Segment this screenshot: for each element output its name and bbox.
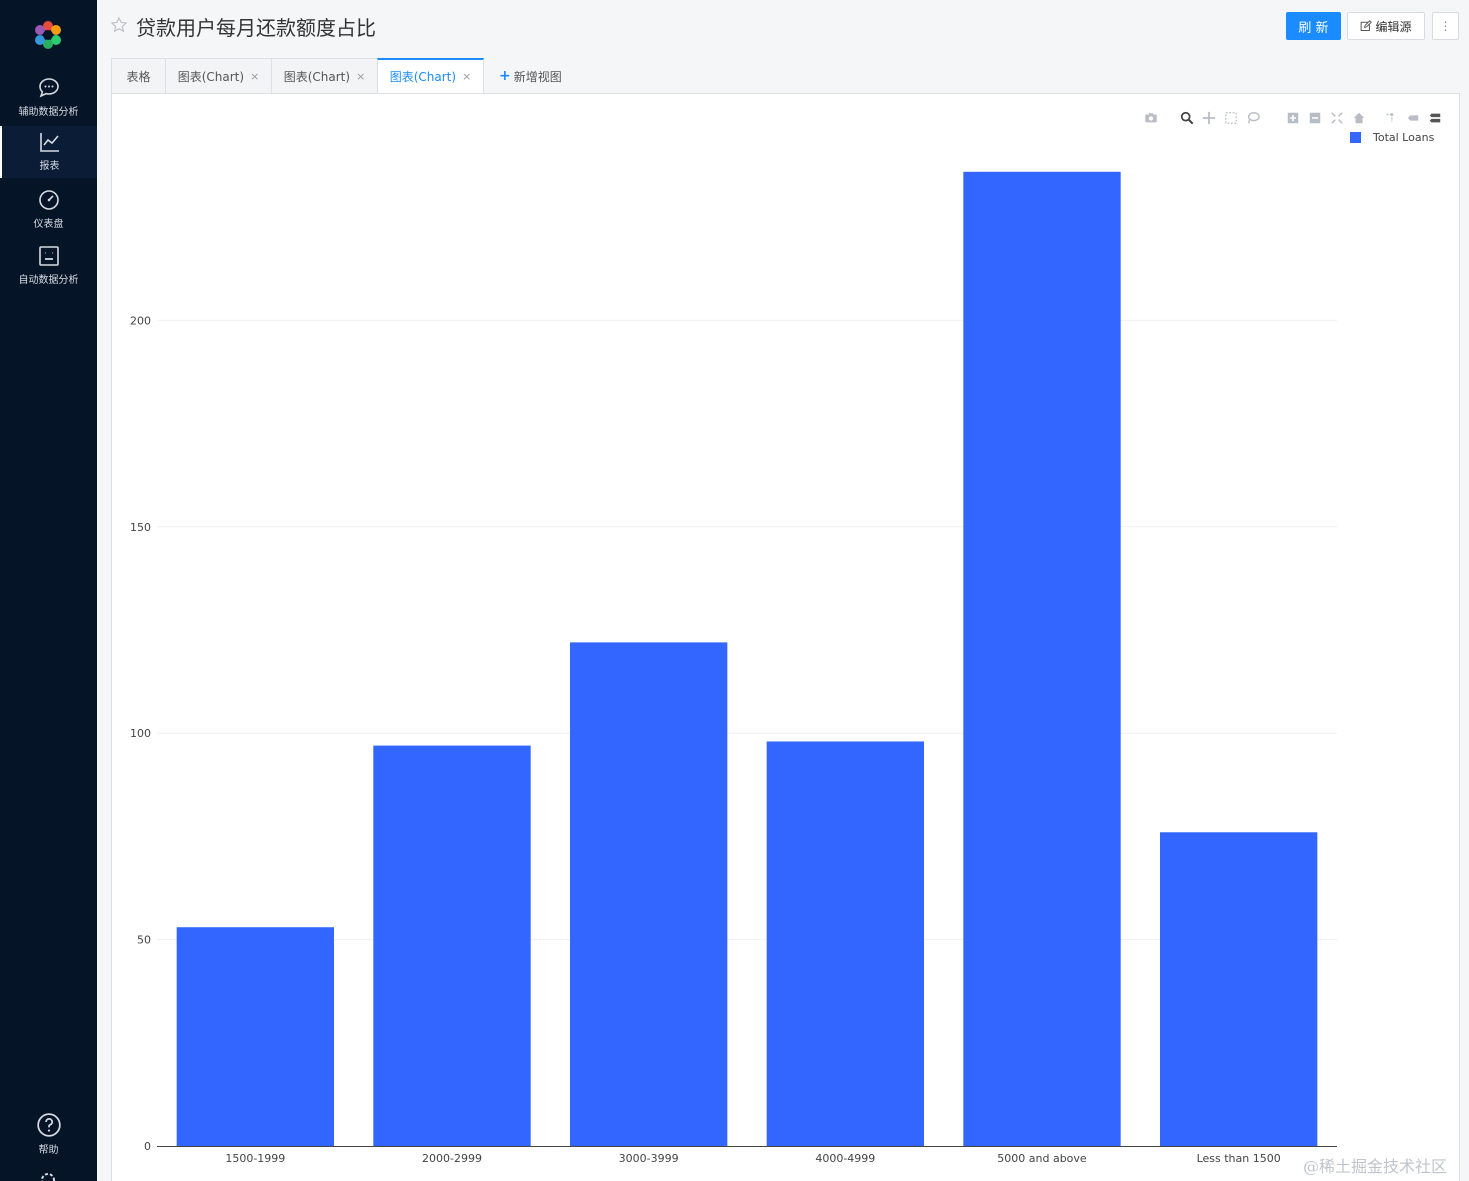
sidebar-item-dashboard[interactable]: 仪表盘 <box>0 188 97 244</box>
tab-label: 图表(Chart) <box>283 69 351 84</box>
watermark: @稀土掘金技术社区 <box>1303 1157 1448 1176</box>
sidebar: 辅助数据分析 报表 仪表盘 自动数据分析 帮助 <box>0 0 97 1181</box>
sidebar-item-assisted-analysis[interactable]: 辅助数据分析 <box>0 76 97 132</box>
tab-chart-1[interactable]: 图表(Chart) × <box>165 58 271 94</box>
x-tick-label: 2000-2999 <box>422 1152 482 1165</box>
sidebar-item-label: 自动数据分析 <box>18 275 79 286</box>
line-chart-icon <box>39 133 59 152</box>
robot-icon <box>38 246 59 266</box>
edit-source-label: 编辑源 <box>1375 19 1412 34</box>
y-tick-label: 100 <box>130 727 151 740</box>
y-tick-label: 200 <box>130 314 151 327</box>
plus-icon: + <box>499 68 511 84</box>
y-tick-label: 50 <box>137 934 151 947</box>
bar[interactable] <box>963 171 1121 1146</box>
gauge-icon <box>38 190 59 210</box>
edit-icon <box>1361 20 1373 31</box>
tab-chart-3[interactable]: 图表(Chart) × <box>377 58 484 94</box>
sidebar-item-label: 帮助 <box>38 1145 59 1156</box>
tab-label: 图表(Chart) <box>177 69 245 84</box>
bar[interactable] <box>176 927 334 1146</box>
sidebar-item-label: 报表 <box>39 161 60 172</box>
tab-chart-2[interactable]: 图表(Chart) × <box>271 58 377 94</box>
gear-icon[interactable] <box>38 1170 58 1181</box>
x-tick-label: Less than 1500 <box>1197 1152 1281 1165</box>
bar[interactable] <box>373 745 531 1146</box>
x-tick-label: 5000 and above <box>997 1152 1087 1165</box>
help-icon <box>36 1113 61 1137</box>
sidebar-item-auto-analysis[interactable]: 自动数据分析 <box>0 244 97 300</box>
x-tick-label: 4000-4999 <box>815 1152 875 1165</box>
x-tick-label: 3000-3999 <box>619 1152 679 1165</box>
tab-label: 表格 <box>126 69 151 84</box>
bar-chart: 0 50 100 150 200 1500-1999 2000-2999 3000-3999 4… <box>130 171 1337 1165</box>
sidebar-item-label: 辅助数据分析 <box>18 107 79 118</box>
bar[interactable] <box>570 642 728 1146</box>
page-title: 贷款用户每月还款额度占比 <box>136 16 376 40</box>
tab-label: 图表(Chart) <box>389 70 457 84</box>
add-view-label: 新增视图 <box>513 69 562 84</box>
x-tick-label: 1500-1999 <box>225 1152 285 1165</box>
bar[interactable] <box>766 741 924 1146</box>
sidebar-item-label: 仪表盘 <box>33 219 64 230</box>
sidebar-item-reports[interactable]: 报表 <box>0 126 97 178</box>
app-logo-icon[interactable] <box>33 20 63 50</box>
chat-icon <box>38 78 59 98</box>
y-tick-label: 0 <box>144 1140 151 1153</box>
close-icon[interactable]: × <box>462 70 471 83</box>
tab-table[interactable]: 表格 <box>111 58 165 94</box>
close-icon[interactable]: × <box>250 70 259 83</box>
sidebar-item-help[interactable]: 帮助 <box>0 1112 97 1168</box>
close-icon[interactable]: × <box>356 70 365 83</box>
add-view-button[interactable]: + 新增视图 <box>484 58 562 94</box>
more-options-button[interactable]: ⋮ <box>1432 12 1459 40</box>
edit-source-button[interactable]: 编辑源 <box>1347 12 1425 40</box>
y-tick-label: 150 <box>130 521 151 534</box>
refresh-button[interactable]: 刷 新 <box>1286 12 1341 40</box>
bar[interactable] <box>1160 832 1318 1146</box>
view-tabs: 表格 图表(Chart) × 图表(Chart) × 图表(Chart) × +… <box>111 58 562 94</box>
favorite-star-icon[interactable] <box>110 16 128 34</box>
chart-panel: Total Loans 0 50 100 150 200 1500-1999 2000-29… <box>111 93 1460 1181</box>
